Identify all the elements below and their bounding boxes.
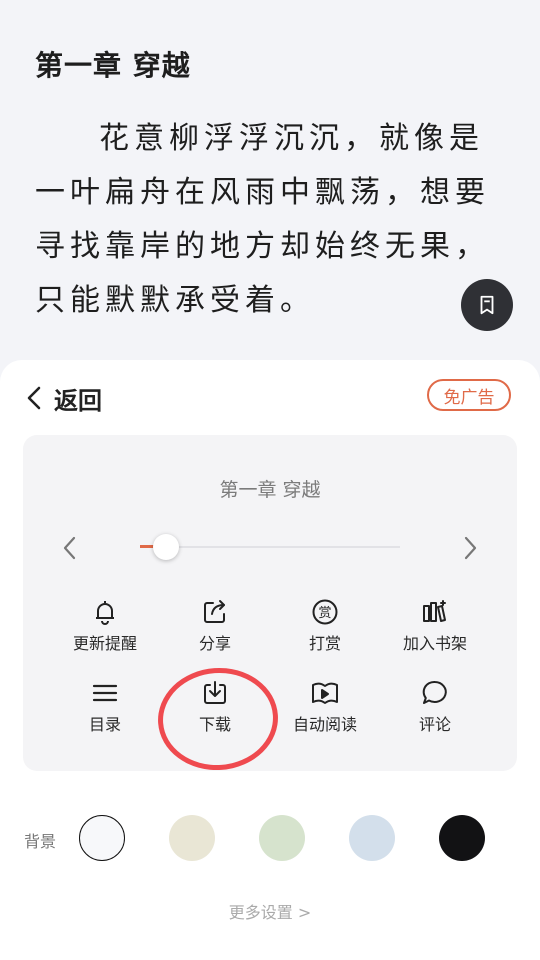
chevron-left-icon bbox=[27, 386, 41, 410]
update-reminder-label: 更新提醒 bbox=[72, 634, 137, 653]
share-button[interactable]: 分享 bbox=[160, 598, 270, 654]
table-of-contents-label: 目录 bbox=[88, 715, 121, 734]
menu-icon bbox=[92, 684, 118, 702]
add-to-bookshelf-button[interactable]: 加入书架 bbox=[380, 598, 490, 654]
comment-label: 评论 bbox=[418, 715, 451, 734]
background-swatch-black[interactable] bbox=[439, 815, 485, 861]
background-swatch-blue[interactable] bbox=[349, 815, 395, 861]
ad-free-button[interactable]: 免广告 bbox=[427, 379, 511, 411]
comment-button[interactable]: 评论 bbox=[380, 679, 490, 735]
auto-read-button[interactable]: 自动阅读 bbox=[270, 679, 380, 735]
share-label: 分享 bbox=[198, 634, 231, 653]
back-label: 返回 bbox=[54, 386, 102, 415]
background-swatch-white[interactable] bbox=[79, 815, 125, 861]
next-chapter-icon[interactable] bbox=[458, 535, 482, 561]
auto-read-label: 自动阅读 bbox=[292, 715, 357, 734]
chapter-paragraph: 花意柳浮浮沉沉，就像是一叶扁舟在风雨中飘荡，想要寻找靠岸的地方却始终无果，只能默… bbox=[35, 121, 490, 318]
bookmark-icon bbox=[480, 295, 494, 315]
reward-icon: 赏 bbox=[312, 599, 338, 625]
bell-icon bbox=[96, 601, 114, 625]
more-settings-link[interactable]: 更多设置 > bbox=[0, 899, 540, 923]
reward-label: 打赏 bbox=[308, 634, 341, 653]
chapter-progress-thumb[interactable] bbox=[153, 534, 179, 560]
background-swatch-green[interactable] bbox=[259, 815, 305, 861]
svg-text:赏: 赏 bbox=[318, 606, 331, 621]
auto-read-icon bbox=[312, 682, 338, 704]
chapter-title: 第一章 穿越 bbox=[35, 49, 191, 82]
background-swatch-beige[interactable] bbox=[169, 815, 215, 861]
table-of-contents-button[interactable]: 目录 bbox=[50, 679, 160, 735]
reward-button[interactable]: 赏 打赏 bbox=[270, 598, 380, 654]
bookmark-button[interactable] bbox=[461, 279, 513, 331]
previous-chapter-icon[interactable] bbox=[58, 535, 82, 561]
bookshelf-icon bbox=[423, 600, 446, 622]
background-label: 背景 bbox=[24, 832, 57, 851]
chapter-progress-track[interactable] bbox=[140, 546, 400, 548]
share-icon bbox=[204, 600, 225, 623]
update-reminder-button[interactable]: 更新提醒 bbox=[50, 598, 160, 654]
back-button[interactable]: 返回 bbox=[24, 378, 102, 418]
comment-icon bbox=[422, 680, 447, 704]
current-chapter-name: 第一章 穿越 bbox=[219, 479, 321, 501]
add-to-bookshelf-label: 加入书架 bbox=[402, 634, 467, 653]
